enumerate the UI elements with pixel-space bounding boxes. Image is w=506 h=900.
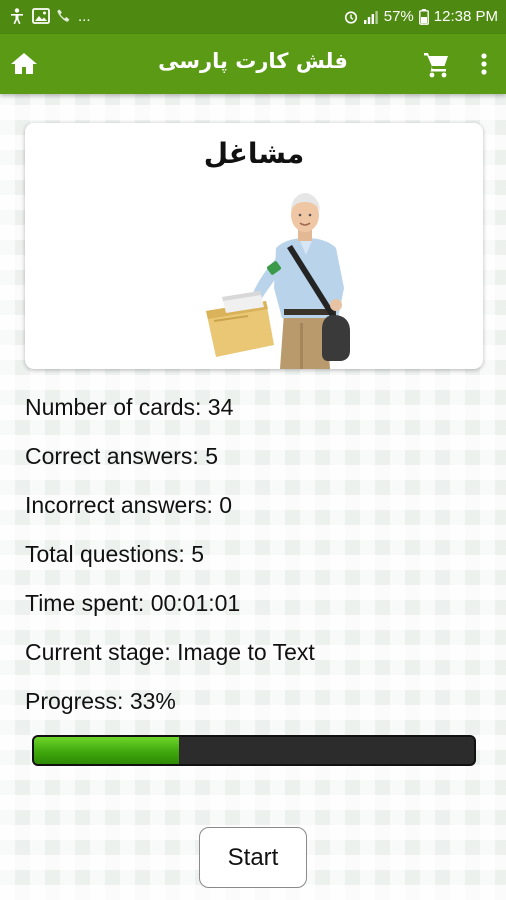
more-vert-icon [481,53,487,75]
accessibility-icon [11,8,23,25]
correct-answers: Correct answers: 5 [25,443,219,469]
mail-carrier-image [206,193,350,369]
progress-fill [34,737,180,764]
signal-icon [363,10,378,24]
stats-list: Number of cards: 34 Correct answers: 5 I… [25,392,315,735]
number-of-cards: Number of cards: 34 [25,394,234,420]
home-button[interactable] [8,48,40,80]
start-button[interactable]: Start [199,827,307,888]
time-spent: Time spent: 00:01:01 [25,590,241,616]
incorrect-answers: Incorrect answers: 0 [25,492,233,518]
card-word: مشاغل [203,137,305,170]
shopping-cart-icon [424,53,448,78]
battery-percent: 57% [383,8,414,25]
clock: 12:38 PM [433,8,498,25]
overflow-menu-button[interactable] [472,48,496,80]
home-icon [11,53,37,74]
alarm-icon [344,10,357,24]
image-notification-icon [32,8,50,24]
flash-card[interactable]: مشاغل [25,123,483,369]
current-stage: Current stage: Image to Text [25,639,315,665]
total-questions: Total questions: 5 [25,541,205,567]
missed-call-icon [57,9,70,22]
app-title: فلش کارت پارسی [158,49,348,73]
progress-label: Progress: 33% [25,688,176,714]
app-bar: فلش کارت پارسی [0,34,506,94]
status-left: ... [8,7,91,25]
more-notifications-text: ... [78,7,91,25]
battery-icon [418,8,429,25]
cart-button[interactable] [421,48,453,80]
status-right: 57% 12:38 PM [344,8,498,25]
progress-bar [32,735,476,766]
status-bar: ... 57% 12:38 PM [0,0,506,34]
